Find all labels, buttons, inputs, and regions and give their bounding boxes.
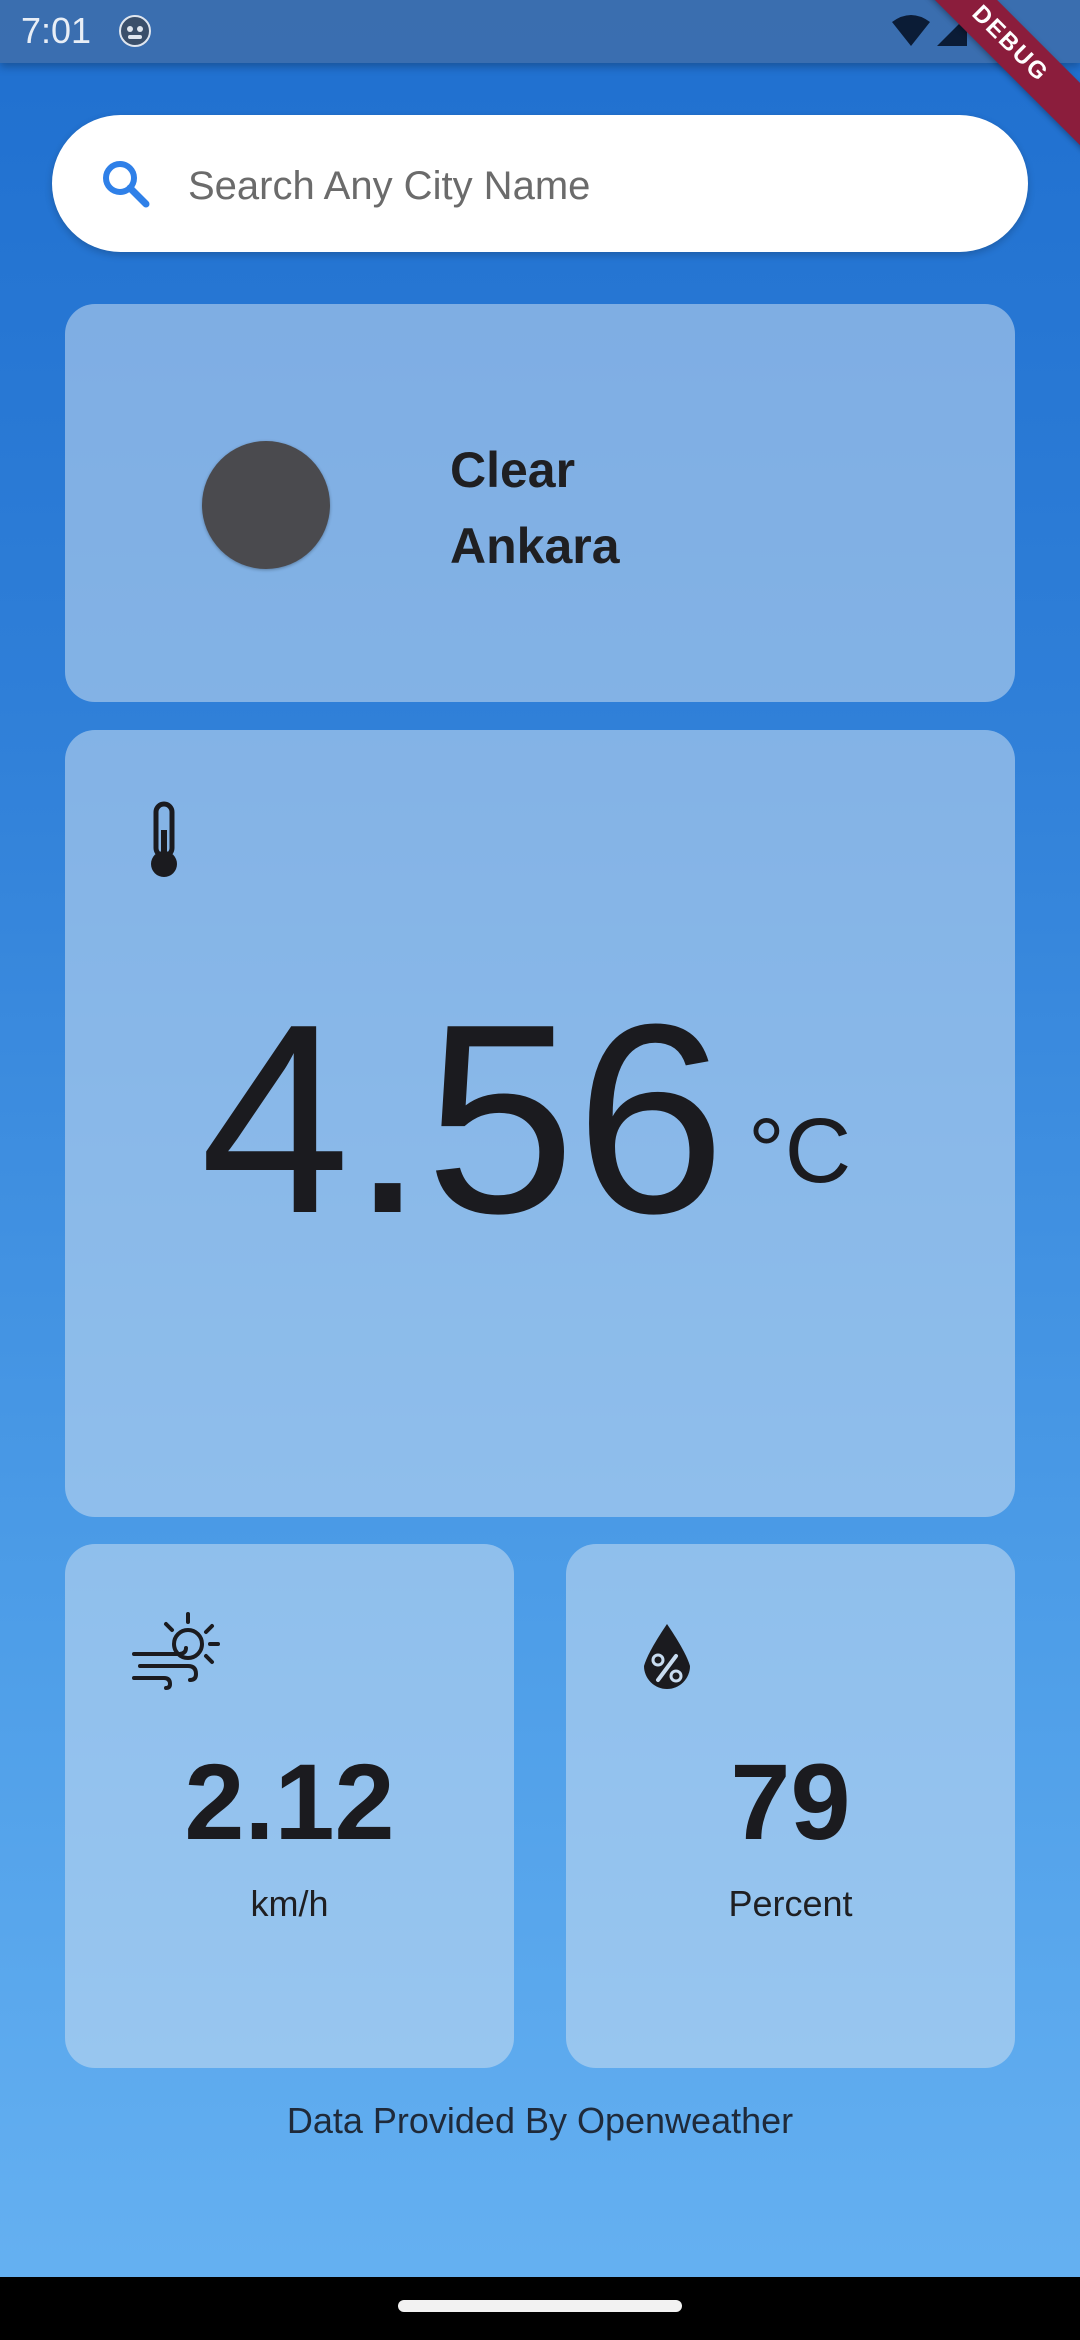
search-icon[interactable] <box>100 158 152 210</box>
weather-icon <box>202 441 330 569</box>
thermometer-icon <box>151 801 177 877</box>
condition-label: Clear <box>450 442 576 498</box>
search-input[interactable] <box>186 150 990 222</box>
wifi-icon <box>892 15 930 46</box>
data-credit: Data Provided By Openweather <box>286 2100 794 2141</box>
humidity-value: 79 <box>730 1741 851 1862</box>
wind-speed-value: 2.12 <box>184 1741 395 1862</box>
temperature-unit: °C <box>748 1100 852 1202</box>
humidity-icon <box>644 1624 690 1689</box>
city-name: Ankara <box>450 518 620 574</box>
status-time: 7:01 <box>21 10 92 51</box>
home-gesture-handle[interactable] <box>398 2300 682 2312</box>
status-bar: 7:01 DEBUG <box>0 0 1080 152</box>
weather-screen: 7:01 DEBUG Clear Ankara 4.56 °C <box>0 0 1080 2340</box>
condition-info: Clear Ankara <box>450 432 620 584</box>
temperature-value: 4.56 <box>200 969 726 1270</box>
wind-speed-unit: km/h <box>250 1883 329 1924</box>
humidity-unit: Percent <box>728 1883 853 1924</box>
notification-icon <box>119 15 151 47</box>
wind-icon <box>132 1612 220 1690</box>
